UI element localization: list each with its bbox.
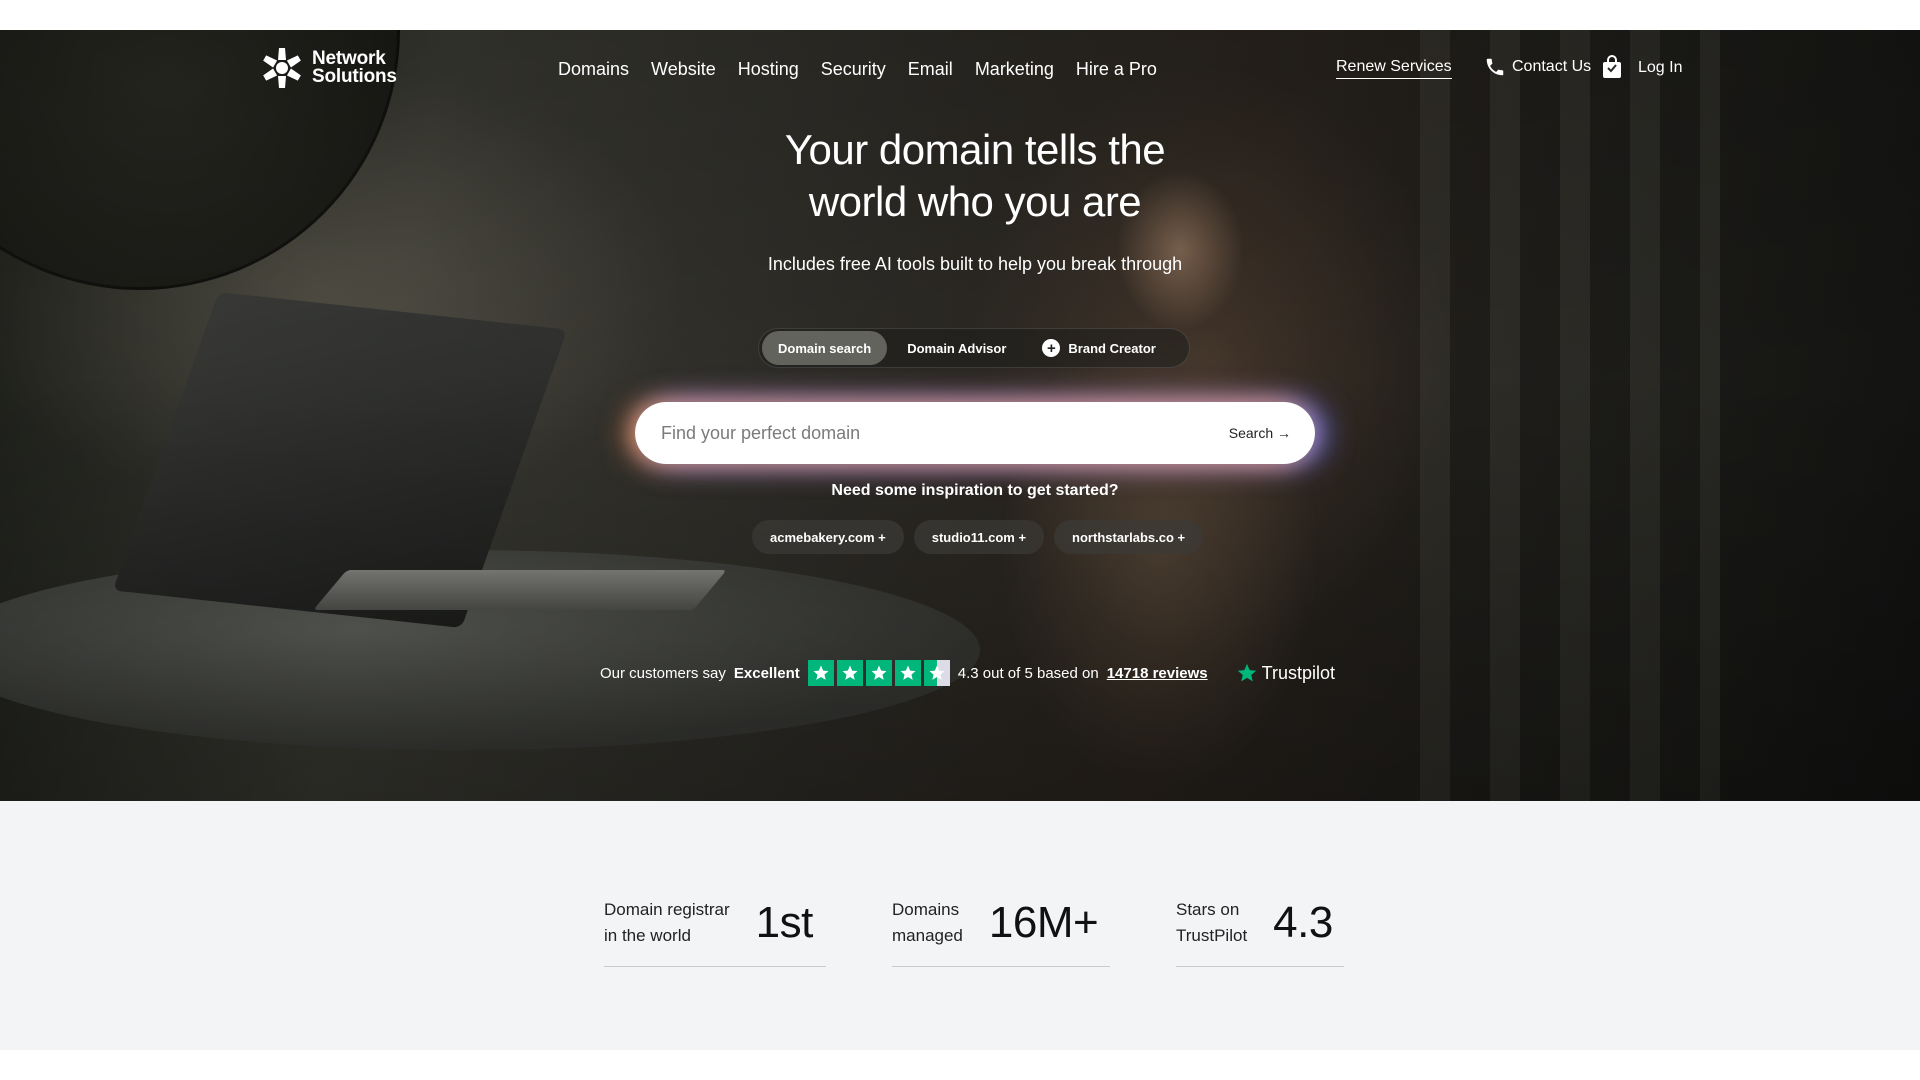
search-mode-tabs: Domain search Domain Advisor + Brand Cre…: [758, 328, 1190, 368]
stat-label-line2: TrustPilot: [1176, 925, 1248, 945]
trustpilot-rating-word: Excellent: [733, 664, 800, 682]
brand-name-line2: Solutions: [312, 66, 397, 87]
log-in-link[interactable]: Log In: [1638, 59, 1682, 77]
stat-registrar: Domain registrar in the world 1st: [604, 887, 826, 967]
brand-logo[interactable]: Network Solutions: [260, 46, 397, 90]
tab-domain-advisor[interactable]: Domain Advisor: [891, 331, 1022, 365]
tab-brand-creator[interactable]: + Brand Creator: [1026, 331, 1171, 365]
stat-label: Domain registrar in the world: [604, 897, 730, 949]
tab-domain-search[interactable]: Domain search: [762, 331, 888, 365]
stats-section: Domain registrar in the world 1st Domain…: [0, 801, 1920, 1050]
domain-search-bar: Search →: [635, 402, 1315, 464]
hero-headline: Your domain tells the world who you are: [0, 124, 1920, 228]
stat-label-line2: in the world: [604, 925, 691, 945]
star-icon: [894, 660, 921, 686]
star-icon: [836, 660, 863, 686]
stat-trustpilot-stars: Stars on TrustPilot 4.3: [1176, 887, 1344, 967]
trustpilot-star-icon: [1237, 663, 1256, 682]
main-menu: Domains Website Hosting Security Email M…: [558, 56, 1157, 82]
top-nav: Network Solutions Domains Website Hostin…: [0, 30, 1920, 110]
stat-value: 16M+: [988, 897, 1099, 947]
tab-brand-creator-label: Brand Creator: [1068, 340, 1156, 356]
trustpilot-prefix: Our customers say: [600, 664, 726, 682]
suggestion-chip[interactable]: acmebakery.com +: [752, 520, 904, 554]
stat-domains-managed: Domains managed 16M+: [892, 887, 1110, 967]
search-button[interactable]: Search →: [1229, 425, 1291, 441]
tab-domain-search-label: Domain search: [778, 340, 872, 356]
contact-us-label: Contact Us: [1512, 58, 1592, 75]
half-star-icon: [923, 660, 950, 686]
nav-item-security[interactable]: Security: [821, 56, 886, 82]
nav-item-domains[interactable]: Domains: [558, 56, 629, 82]
renew-services-link[interactable]: Renew Services: [1336, 58, 1452, 79]
phone-icon: [1486, 58, 1504, 76]
hero-headline-line2: world who you are: [808, 178, 1142, 225]
flower-logo-icon: [263, 48, 301, 88]
trustpilot-logo[interactable]: Trustpilot: [1236, 662, 1335, 684]
domain-search-input[interactable]: [661, 422, 1229, 444]
nav-item-hire-a-pro[interactable]: Hire a Pro: [1076, 56, 1157, 82]
plus-icon: +: [1042, 339, 1061, 357]
stat-label-line2: managed: [892, 925, 963, 945]
domain-search-box: Search →: [635, 402, 1315, 464]
stat-label-line1: Domain registrar: [604, 899, 730, 919]
stat-label: Domains managed: [892, 897, 963, 949]
trustpilot-reviews-link[interactable]: 14718 reviews: [1107, 665, 1208, 682]
inspiration-text: Need some inspiration to get started?: [831, 482, 1119, 499]
stat-label: Stars on TrustPilot: [1176, 897, 1247, 949]
contact-us-link[interactable]: Contact Us: [1484, 56, 1591, 78]
nav-item-marketing[interactable]: Marketing: [975, 56, 1054, 82]
stat-value: 1st: [755, 897, 814, 947]
hero-subhead: Includes free AI tools built to help you…: [767, 254, 1183, 274]
brand-name: Network Solutions: [312, 49, 397, 87]
stat-value: 4.3: [1273, 897, 1333, 947]
stat-label-line1: Domains: [892, 899, 960, 919]
nav-item-hosting[interactable]: Hosting: [738, 56, 799, 82]
trustpilot-stars: [807, 660, 950, 686]
star-icon: [865, 660, 892, 686]
trustpilot-widget: Our customers say Excellent 4.3 out of 5…: [600, 660, 1335, 686]
nav-item-website[interactable]: Website: [651, 56, 716, 82]
suggestion-chip[interactable]: northstarlabs.co +: [1054, 520, 1204, 554]
star-icon: [807, 660, 834, 686]
shopping-bag-icon[interactable]: [1600, 54, 1624, 80]
tab-domain-advisor-label: Domain Advisor: [907, 340, 1007, 356]
trustpilot-summary: 4.3 out of 5 based on: [957, 664, 1099, 682]
nav-item-email[interactable]: Email: [908, 56, 953, 82]
domain-suggestions: acmebakery.com + studio11.com + northsta…: [752, 520, 1204, 554]
trustpilot-brand-label: Trustpilot: [1261, 662, 1335, 683]
hero-headline-line1: Your domain tells the: [784, 126, 1166, 173]
stat-label-line1: Stars on: [1176, 899, 1240, 919]
suggestion-chip[interactable]: studio11.com +: [913, 520, 1045, 554]
